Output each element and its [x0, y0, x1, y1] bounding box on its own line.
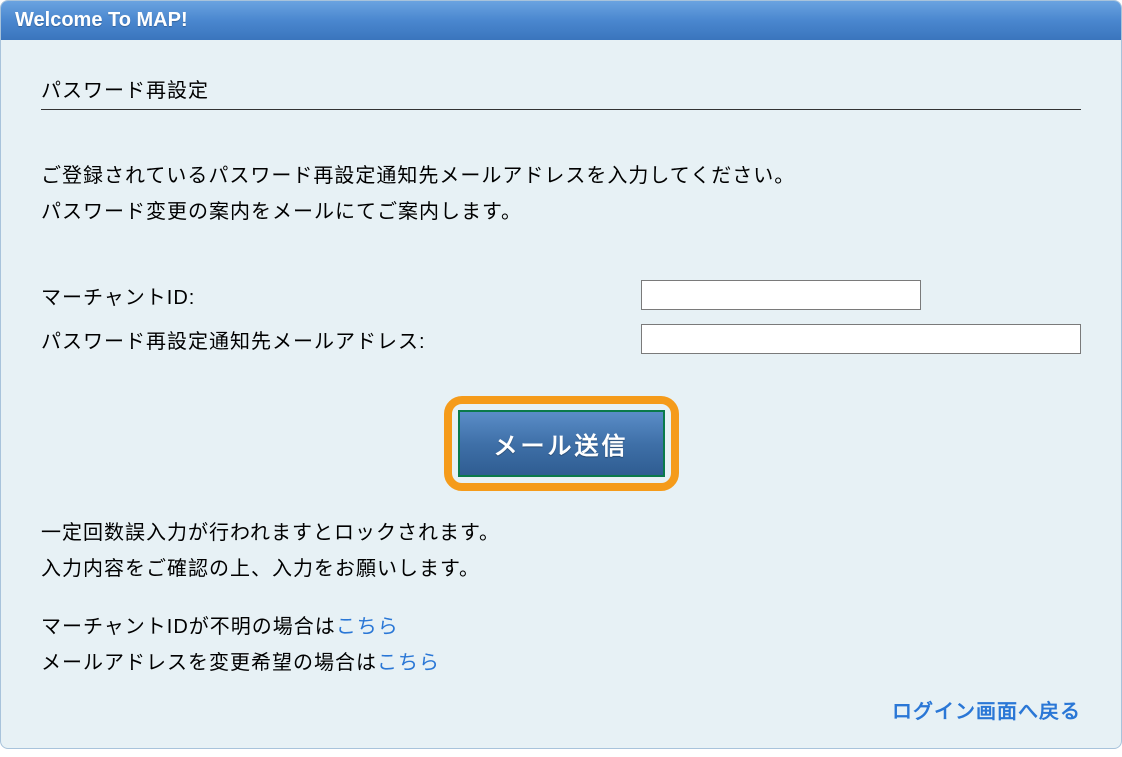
email-label: パスワード再設定通知先メールアドレス: — [41, 325, 641, 354]
back-to-login-link[interactable]: ログイン画面へ戻る — [892, 701, 1081, 723]
merchant-id-input[interactable] — [641, 280, 921, 310]
email-input[interactable] — [641, 324, 1081, 354]
warning-block: 一定回数誤入力が行われますとロックされます。 入力内容をご確認の上、入力をお願い… — [41, 515, 1081, 587]
warning-line-1: 一定回数誤入力が行われますとロックされます。 — [41, 515, 1081, 551]
email-row: パスワード再設定通知先メールアドレス: — [41, 324, 1081, 354]
main-panel: Welcome To MAP! パスワード再設定 ご登録されているパスワード再設… — [0, 0, 1122, 749]
merchant-help-prefix: マーチャントIDが不明の場合は — [41, 616, 336, 638]
header-title: Welcome To MAP! — [15, 9, 188, 31]
help-links-block: マーチャントIDが不明の場合はこちら メールアドレスを変更希望の場合はこちら — [41, 609, 1081, 681]
send-mail-button[interactable]: メール送信 — [458, 410, 665, 477]
merchant-help-row: マーチャントIDが不明の場合はこちら — [41, 609, 1081, 645]
email-help-prefix: メールアドレスを変更希望の場合は — [41, 652, 377, 674]
email-help-row: メールアドレスを変更希望の場合はこちら — [41, 645, 1081, 681]
panel-body: パスワード再設定 ご登録されているパスワード再設定通知先メールアドレスを入力して… — [1, 40, 1121, 748]
button-row: メール送信 — [41, 396, 1081, 491]
merchant-help-link[interactable]: こちら — [336, 616, 399, 638]
instruction-line-2: パスワード変更の案内をメールにてご案内します。 — [41, 194, 1081, 230]
back-row: ログイン画面へ戻る — [41, 695, 1081, 724]
merchant-id-row: マーチャントID: — [41, 280, 1081, 310]
merchant-id-label: マーチャントID: — [41, 281, 641, 310]
panel-header: Welcome To MAP! — [1, 1, 1121, 40]
instruction-line-1: ご登録されているパスワード再設定通知先メールアドレスを入力してください。 — [41, 158, 1081, 194]
instruction-block: ご登録されているパスワード再設定通知先メールアドレスを入力してください。 パスワ… — [41, 158, 1081, 230]
section-title: パスワード再設定 — [41, 74, 1081, 110]
warning-line-2: 入力内容をご確認の上、入力をお願いします。 — [41, 551, 1081, 587]
highlight-frame: メール送信 — [444, 396, 679, 491]
email-help-link[interactable]: こちら — [377, 652, 440, 674]
